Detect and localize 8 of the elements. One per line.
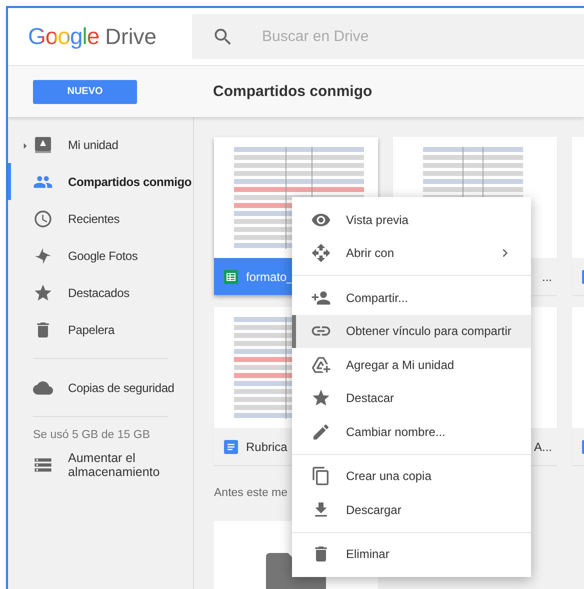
file-name: formato_: [246, 270, 294, 284]
product-name: Drive: [105, 24, 157, 50]
file-name: ...: [542, 270, 552, 284]
file-name: Rubrica: [246, 440, 288, 454]
page-title: Compartidos conmigo: [213, 83, 372, 100]
file-name: A...: [534, 440, 552, 454]
section-label: Antes este me: [214, 487, 289, 499]
storage-usage: Se usó 5 GB de 15 GB: [32, 429, 151, 441]
